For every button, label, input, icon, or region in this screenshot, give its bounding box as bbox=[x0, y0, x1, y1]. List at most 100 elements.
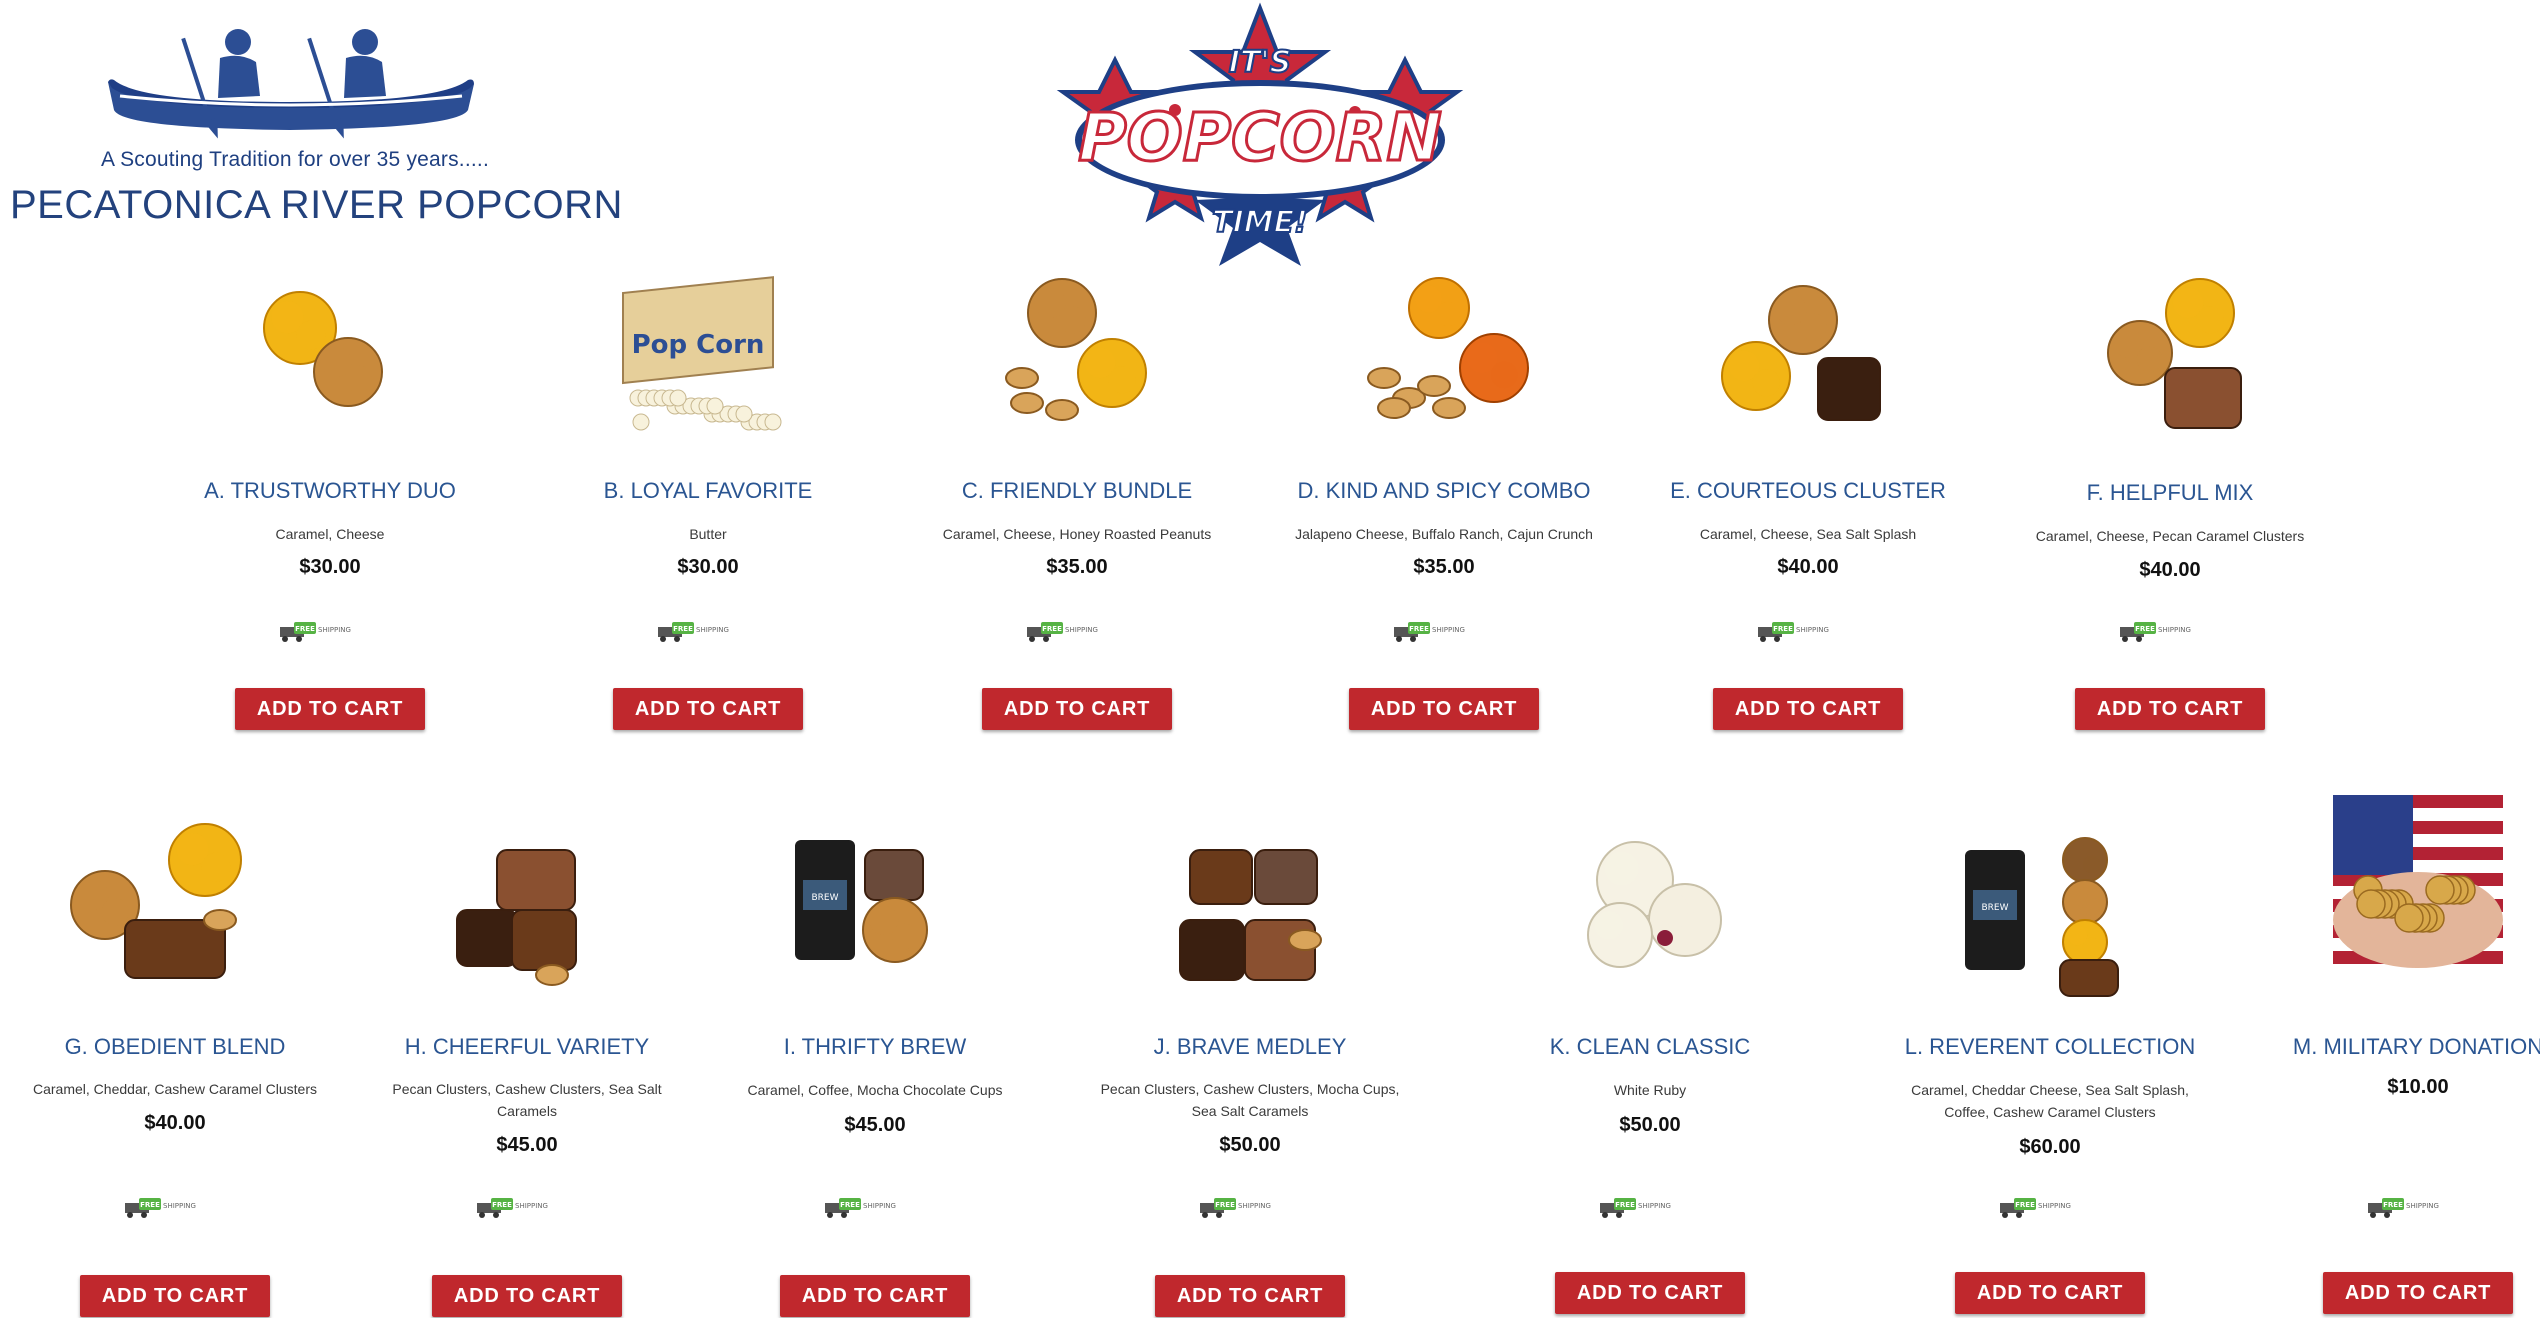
badge-line3: TIME! bbox=[1212, 205, 1308, 240]
coffee-bag-image[interactable]: BREW bbox=[695, 810, 1055, 1010]
svg-text:FREE: FREE bbox=[2383, 1201, 2403, 1209]
svg-text:FREE: FREE bbox=[1042, 625, 1062, 633]
spicy-popcorn-image[interactable] bbox=[1264, 258, 1624, 458]
product-price: $40.00 bbox=[144, 1112, 206, 1134]
product-description: Butter bbox=[689, 526, 727, 542]
free-shipping-truck-icon: FREE SHIPPING bbox=[1200, 1198, 1271, 1218]
caramel-cheese-popcorn-image[interactable] bbox=[150, 258, 510, 458]
product-description: Caramel, Cheddar Cheese, Sea Salt Splash… bbox=[1911, 1082, 2189, 1120]
product-price: $50.00 bbox=[1619, 1114, 1681, 1136]
popcorn-chocolate-image[interactable] bbox=[1628, 258, 1988, 458]
add-to-cart-button[interactable]: ADD TO CART bbox=[982, 688, 1172, 730]
product-name[interactable]: G. OBEDIENT BLEND bbox=[0, 1034, 375, 1060]
popcorn-pecan-cluster-image[interactable] bbox=[1990, 258, 2350, 458]
free-shipping-truck-icon: FREE SHIPPING bbox=[1027, 622, 1098, 642]
svg-text:FREE: FREE bbox=[1215, 1201, 1235, 1209]
product-name[interactable]: C. FRIENDLY BUNDLE bbox=[877, 478, 1277, 504]
free-shipping-truck-icon: FREE SHIPPING bbox=[2368, 1198, 2439, 1218]
svg-text:FREE: FREE bbox=[2015, 1201, 2035, 1209]
popcorn-peanuts-image[interactable] bbox=[897, 258, 1257, 458]
svg-text:FREE: FREE bbox=[2135, 625, 2155, 633]
its-popcorn-time-badge-icon: IT'S POPCORN TIME! bbox=[1056, 2, 1464, 266]
popcorn-cashew-cluster-image[interactable] bbox=[0, 810, 355, 1010]
product-name[interactable]: I. THRIFTY BREW bbox=[675, 1034, 1075, 1060]
svg-text:SHIPPING: SHIPPING bbox=[1638, 1202, 1671, 1210]
add-to-cart-button[interactable]: ADD TO CART bbox=[780, 1275, 970, 1317]
add-to-cart-button[interactable]: ADD TO CART bbox=[1713, 688, 1903, 730]
product-name[interactable]: M. MILITARY DONATION bbox=[2218, 1034, 2540, 1060]
chocolate-medley-image[interactable] bbox=[1070, 810, 1430, 1010]
product-name[interactable]: E. COURTEOUS CLUSTER bbox=[1608, 478, 2008, 504]
svg-text:FREE: FREE bbox=[1773, 625, 1793, 633]
tagline: A Scouting Tradition for over 35 years..… bbox=[101, 148, 489, 171]
svg-text:Pop Corn: Pop Corn bbox=[632, 330, 765, 360]
product-card: BREW I. THRIFTY BREW Caramel, Coffee, Moch… bbox=[695, 0, 1055, 1318]
chocolate-clusters-image[interactable] bbox=[347, 810, 707, 1010]
svg-text:FREE: FREE bbox=[1409, 625, 1429, 633]
product-price: $45.00 bbox=[496, 1134, 558, 1156]
product-description: Caramel, Cheese, Honey Roasted Peanuts bbox=[942, 526, 1212, 542]
free-shipping-truck-icon: FREE SHIPPING bbox=[2120, 622, 2191, 642]
free-shipping-truck-icon: FREE SHIPPING bbox=[1600, 1198, 1671, 1218]
product-description: Caramel, Coffee, Mocha Chocolate Cups bbox=[747, 1082, 1003, 1098]
free-shipping-truck-icon: FREE SHIPPING bbox=[1758, 622, 1829, 642]
product-name[interactable]: B. LOYAL FAVORITE bbox=[508, 478, 908, 504]
product-description: Caramel, Cheese, Pecan Caramel Clusters bbox=[2035, 528, 2305, 544]
add-to-cart-button[interactable]: ADD TO CART bbox=[1955, 1272, 2145, 1314]
svg-text:SHIPPING: SHIPPING bbox=[163, 1202, 196, 1210]
product-name[interactable]: F. HELPFUL MIX bbox=[1970, 480, 2370, 506]
svg-text:SHIPPING: SHIPPING bbox=[318, 626, 351, 634]
product-description: Caramel, Cheese bbox=[275, 526, 385, 542]
svg-text:FREE: FREE bbox=[295, 625, 315, 633]
product-price: $35.00 bbox=[1046, 556, 1108, 578]
product-price: $40.00 bbox=[2139, 559, 2201, 581]
product-card: M. MILITARY DONATION $10.00 FREE SHIPPING… bbox=[2238, 0, 2540, 1318]
product-price: $50.00 bbox=[1219, 1134, 1281, 1156]
product-name[interactable]: H. CHEERFUL VARIETY bbox=[327, 1034, 727, 1060]
badge-line2: POPCORN bbox=[1078, 99, 1441, 176]
product-name[interactable]: L. REVERENT COLLECTION bbox=[1850, 1034, 2250, 1060]
product-description: Caramel, Cheese, Sea Salt Splash bbox=[1699, 526, 1917, 542]
white-popcorn-image[interactable] bbox=[1470, 810, 1830, 1010]
product-price: $40.00 bbox=[1777, 556, 1839, 578]
free-shipping-truck-icon: FREE SHIPPING bbox=[1394, 622, 1465, 642]
product-price: $30.00 bbox=[677, 556, 739, 578]
add-to-cart-button[interactable]: ADD TO CART bbox=[1349, 688, 1539, 730]
free-shipping-truck-icon: FREE SHIPPING bbox=[125, 1198, 196, 1218]
coffee-popcorn-stack-image[interactable]: BREW bbox=[1870, 810, 2230, 1010]
product-price: $45.00 bbox=[844, 1114, 906, 1136]
svg-text:FREE: FREE bbox=[673, 625, 693, 633]
add-to-cart-button[interactable]: ADD TO CART bbox=[613, 688, 803, 730]
product-price: $35.00 bbox=[1413, 556, 1475, 578]
add-to-cart-button[interactable]: ADD TO CART bbox=[1555, 1272, 1745, 1314]
badge-line1: IT'S bbox=[1229, 45, 1291, 80]
free-shipping-truck-icon: FREE SHIPPING bbox=[825, 1198, 896, 1218]
add-to-cart-button[interactable]: ADD TO CART bbox=[80, 1275, 270, 1317]
product-name[interactable]: A. TRUSTWORTHY DUO bbox=[130, 478, 530, 504]
svg-text:SHIPPING: SHIPPING bbox=[1432, 626, 1465, 634]
product-card: K. CLEAN CLASSIC White Ruby $50.00 FREE SH… bbox=[1470, 0, 1830, 1318]
svg-text:SHIPPING: SHIPPING bbox=[2038, 1202, 2071, 1210]
svg-text:SHIPPING: SHIPPING bbox=[2406, 1202, 2439, 1210]
add-to-cart-button[interactable]: ADD TO CART bbox=[1155, 1275, 1345, 1317]
svg-text:SHIPPING: SHIPPING bbox=[863, 1202, 896, 1210]
add-to-cart-button[interactable]: ADD TO CART bbox=[235, 688, 425, 730]
svg-text:FREE: FREE bbox=[140, 1201, 160, 1209]
product-name[interactable]: J. BRAVE MEDLEY bbox=[1050, 1034, 1450, 1060]
butter-popcorn-bags-image[interactable]: Pop Corn bbox=[528, 258, 888, 458]
product-name[interactable]: K. CLEAN CLASSIC bbox=[1450, 1034, 1850, 1060]
product-card: BREW L. REVERENT COLLECTION Caramel, Chedd… bbox=[1870, 0, 2230, 1318]
svg-text:SHIPPING: SHIPPING bbox=[1065, 626, 1098, 634]
product-name[interactable]: D. KIND AND SPICY COMBO bbox=[1244, 478, 1644, 504]
brand-name: PECATONICA RIVER POPCORN bbox=[10, 183, 623, 227]
product-price: $10.00 bbox=[2387, 1076, 2449, 1098]
svg-text:BREW: BREW bbox=[811, 893, 838, 903]
svg-text:BREW: BREW bbox=[1981, 903, 2008, 913]
product-card: E. COURTEOUS CLUSTER Caramel, Cheese, Sea… bbox=[1628, 0, 1988, 1318]
add-to-cart-button[interactable]: ADD TO CART bbox=[432, 1275, 622, 1317]
add-to-cart-button[interactable]: ADD TO CART bbox=[2075, 688, 2265, 730]
product-description: Caramel, Cheddar, Cashew Caramel Cluster… bbox=[33, 1081, 317, 1097]
flag-hands-popcorn-image[interactable] bbox=[2238, 795, 2540, 995]
svg-text:SHIPPING: SHIPPING bbox=[1796, 626, 1829, 634]
add-to-cart-button[interactable]: ADD TO CART bbox=[2323, 1272, 2513, 1314]
